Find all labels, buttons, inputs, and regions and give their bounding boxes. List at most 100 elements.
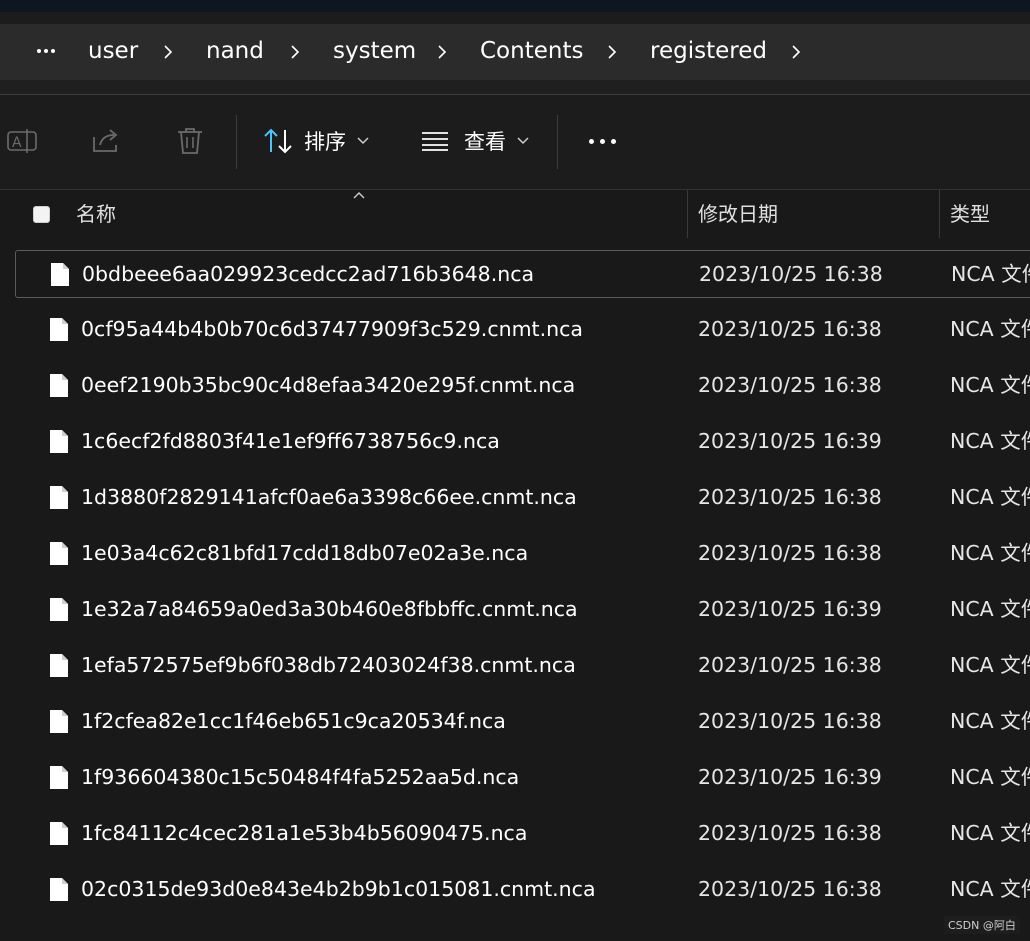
file-date: 2023/10/25 16:38: [699, 262, 883, 286]
column-header-date[interactable]: 修改日期: [698, 190, 778, 238]
file-type: NCA 文件: [951, 262, 1030, 286]
trash-icon[interactable]: [174, 125, 206, 157]
table-row[interactable]: 1efa572575ef9b6f038db72403024f38.cnmt.nc…: [15, 642, 1030, 690]
file-date: 2023/10/25 16:38: [698, 653, 882, 677]
file-icon: [50, 486, 68, 509]
column-header-row: 名称 修改日期 类型: [0, 190, 1030, 240]
file-date: 2023/10/25 16:38: [698, 821, 882, 845]
sort-button[interactable]: 排序: [262, 121, 370, 161]
file-date: 2023/10/25 16:38: [698, 877, 882, 901]
chevron-right-icon[interactable]: [434, 44, 450, 60]
file-name: 1c6ecf2fd8803f41e1ef9ff6738756c9.nca: [81, 429, 500, 453]
svg-text:A: A: [12, 135, 22, 151]
file-icon: [50, 766, 68, 789]
chevron-right-icon[interactable]: [788, 44, 804, 60]
address-bar[interactable]: user nand system Contents registered: [0, 24, 1030, 80]
file-icon: [50, 878, 68, 901]
table-row[interactable]: 0eef2190b35bc90c4d8efaa3420e295f.cnmt.nc…: [15, 362, 1030, 410]
table-row[interactable]: 1c6ecf2fd8803f41e1ef9ff6738756c9.nca 202…: [15, 418, 1030, 466]
command-bar: A 排序 查看: [0, 95, 1030, 190]
file-icon: [50, 822, 68, 845]
table-row[interactable]: 1f2cfea82e1cc1f46eb651c9ca20534f.nca 202…: [15, 698, 1030, 746]
breadcrumb-item-system[interactable]: system: [333, 24, 416, 80]
select-all-checkbox[interactable]: [33, 206, 50, 223]
file-icon: [50, 598, 68, 621]
watermark: CSDN @阿白: [944, 916, 1020, 934]
column-divider[interactable]: [939, 190, 940, 238]
toolbar-separator: [557, 115, 558, 169]
table-row[interactable]: 02c0315de93d0e843e4b2b9b1c015081.cnmt.nc…: [15, 866, 1030, 914]
file-icon: [51, 263, 69, 286]
file-name: 1e03a4c62c81bfd17cdd18db07e02a3e.nca: [81, 541, 529, 565]
breadcrumb-item-contents[interactable]: Contents: [480, 24, 583, 80]
chevron-right-icon[interactable]: [604, 44, 620, 60]
address-toolbar-gap: [0, 80, 1030, 95]
file-type: NCA 文件: [950, 541, 1030, 565]
title-area: [0, 12, 1030, 24]
table-row[interactable]: 0cf95a44b4b0b70c6d37477909f3c529.cnmt.nc…: [15, 306, 1030, 354]
breadcrumb-item-user[interactable]: user: [88, 24, 138, 80]
file-type: NCA 文件: [950, 765, 1030, 789]
rename-icon[interactable]: A: [6, 125, 38, 157]
window-top-strip: [0, 0, 1030, 12]
sort-indicator-icon: [353, 192, 365, 199]
toolbar-separator: [236, 115, 237, 169]
share-icon[interactable]: [90, 125, 122, 157]
file-date: 2023/10/25 16:38: [698, 709, 882, 733]
view-button[interactable]: 查看: [420, 121, 530, 161]
file-date: 2023/10/25 16:38: [698, 317, 882, 341]
file-type: NCA 文件: [950, 821, 1030, 845]
column-header-name[interactable]: 名称: [76, 190, 116, 238]
file-name: 0bdbeee6aa029923cedcc2ad716b3648.nca: [82, 262, 535, 286]
file-type: NCA 文件: [950, 877, 1030, 901]
file-type: NCA 文件: [950, 429, 1030, 453]
file-type: NCA 文件: [950, 317, 1030, 341]
file-icon: [50, 430, 68, 453]
view-list-icon: [422, 132, 448, 151]
column-divider[interactable]: [687, 190, 688, 238]
file-icon: [50, 318, 68, 341]
file-name: 1e32a7a84659a0ed3a30b460e8fbbffc.cnmt.nc…: [81, 597, 578, 621]
breadcrumb-item-registered[interactable]: registered: [650, 24, 767, 80]
file-type: NCA 文件: [950, 709, 1030, 733]
file-icon: [50, 654, 68, 677]
file-name: 0cf95a44b4b0b70c6d37477909f3c529.cnmt.nc…: [81, 317, 583, 341]
breadcrumb-item-nand[interactable]: nand: [206, 24, 264, 80]
file-date: 2023/10/25 16:38: [698, 485, 882, 509]
file-name: 1fc84112c4cec281a1e53b4b56090475.nca: [81, 821, 528, 845]
table-row[interactable]: 1fc84112c4cec281a1e53b4b56090475.nca 202…: [15, 810, 1030, 858]
table-row[interactable]: 1e03a4c62c81bfd17cdd18db07e02a3e.nca 202…: [15, 530, 1030, 578]
chevron-down-icon: [517, 137, 529, 145]
column-header-type[interactable]: 类型: [950, 190, 990, 238]
table-row[interactable]: 1e32a7a84659a0ed3a30b460e8fbbffc.cnmt.nc…: [15, 586, 1030, 634]
file-date: 2023/10/25 16:38: [698, 373, 882, 397]
chevron-right-icon[interactable]: [160, 44, 176, 60]
file-type: NCA 文件: [950, 373, 1030, 397]
chevron-right-icon[interactable]: [287, 44, 303, 60]
file-type: NCA 文件: [950, 597, 1030, 621]
file-icon: [50, 710, 68, 733]
file-date: 2023/10/25 16:39: [698, 765, 882, 789]
file-name: 02c0315de93d0e843e4b2b9b1c015081.cnmt.nc…: [81, 877, 596, 901]
file-name: 1efa572575ef9b6f038db72403024f38.cnmt.nc…: [81, 653, 576, 677]
file-name: 1f2cfea82e1cc1f46eb651c9ca20534f.nca: [81, 709, 506, 733]
chevron-down-icon: [357, 137, 369, 145]
file-icon: [50, 374, 68, 397]
file-date: 2023/10/25 16:39: [698, 597, 882, 621]
file-icon: [50, 542, 68, 565]
file-name: 1d3880f2829141afcf0ae6a3398c66ee.cnmt.nc…: [81, 485, 577, 509]
table-row[interactable]: 1d3880f2829141afcf0ae6a3398c66ee.cnmt.nc…: [15, 474, 1030, 522]
table-row[interactable]: 0bdbeee6aa029923cedcc2ad716b3648.nca 202…: [15, 250, 1030, 298]
view-label: 查看: [464, 130, 506, 154]
file-type: NCA 文件: [950, 653, 1030, 677]
sort-label: 排序: [304, 130, 346, 154]
sort-arrows-icon: [264, 128, 292, 154]
breadcrumb-overflow-icon[interactable]: [34, 36, 58, 66]
file-date: 2023/10/25 16:39: [698, 429, 882, 453]
file-date: 2023/10/25 16:38: [698, 541, 882, 565]
file-name: 1f936604380c15c50484f4fa5252aa5d.nca: [81, 765, 520, 789]
file-type: NCA 文件: [950, 485, 1030, 509]
file-name: 0eef2190b35bc90c4d8efaa3420e295f.cnmt.nc…: [81, 373, 576, 397]
more-options-icon[interactable]: [586, 139, 619, 144]
table-row[interactable]: 1f936604380c15c50484f4fa5252aa5d.nca 202…: [15, 754, 1030, 802]
